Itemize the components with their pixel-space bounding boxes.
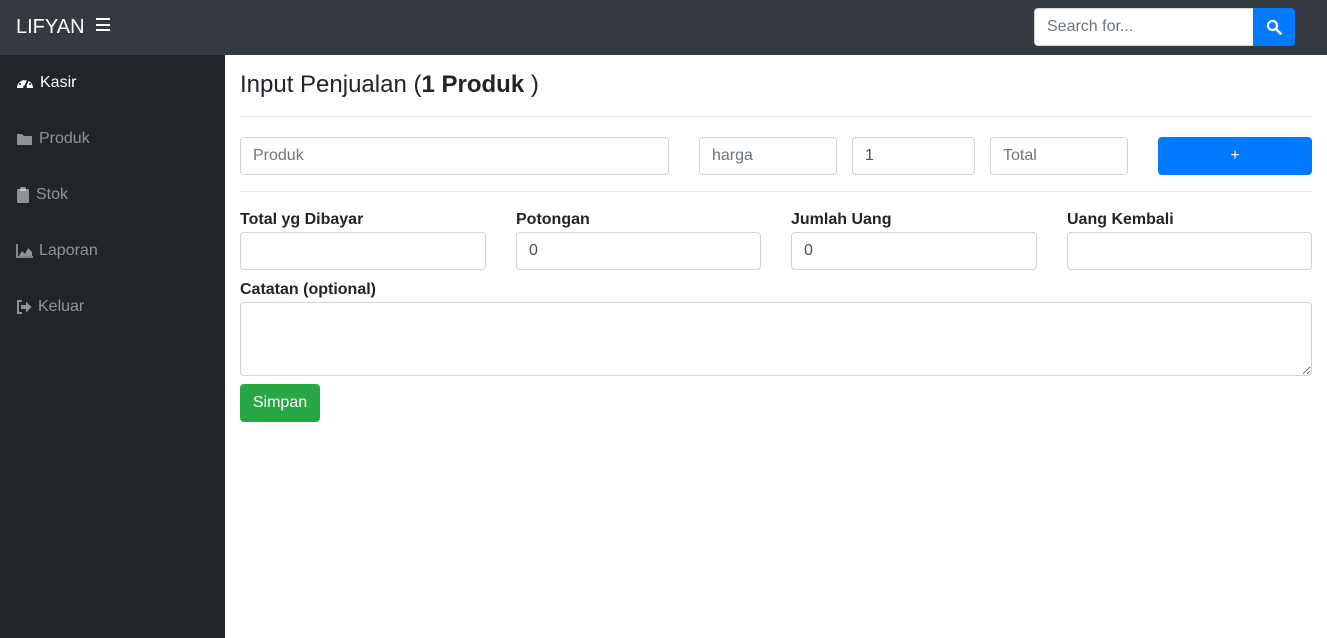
- discount-label: Potongan: [516, 211, 590, 228]
- sidebar-item-kasir[interactable]: Kasir: [16, 71, 76, 95]
- quantity-input[interactable]: [852, 137, 975, 175]
- price-input[interactable]: [699, 137, 837, 175]
- area-chart-icon: [16, 244, 33, 258]
- menu-toggle-icon[interactable]: [96, 18, 110, 36]
- total-paid-field[interactable]: [240, 232, 486, 270]
- brand-logo[interactable]: LIFYAN: [16, 15, 85, 39]
- sign-out-icon: [17, 300, 32, 314]
- notes-textarea[interactable]: [240, 302, 1312, 376]
- divider: [240, 116, 1312, 117]
- product-count: 1 Produk: [421, 71, 525, 98]
- search-input[interactable]: [1034, 8, 1254, 46]
- cash-amount-field[interactable]: [791, 232, 1037, 270]
- sidebar-item-label: Produk: [39, 130, 90, 147]
- sidebar-item-label: Stok: [36, 186, 69, 203]
- clipboard-icon: [17, 187, 29, 203]
- folder-icon: [17, 134, 32, 145]
- divider: [240, 191, 1312, 192]
- sidebar-item-laporan[interactable]: Laporan: [16, 239, 98, 263]
- sidebar: Kasir Produk Stok Laporan Keluar: [0, 55, 225, 638]
- product-input[interactable]: [240, 137, 669, 175]
- tachometer-icon: [17, 78, 33, 89]
- sidebar-item-label: Kasir: [40, 74, 77, 91]
- add-product-button[interactable]: +: [1158, 137, 1312, 175]
- sidebar-item-keluar[interactable]: Keluar: [16, 295, 84, 319]
- sidebar-item-label: Laporan: [39, 242, 98, 259]
- save-button[interactable]: Simpan: [240, 384, 320, 422]
- search-icon: [1266, 19, 1282, 35]
- sidebar-item-stok[interactable]: Stok: [16, 183, 68, 207]
- change-label: Uang Kembali: [1067, 211, 1174, 228]
- sidebar-item-label: Keluar: [38, 298, 85, 315]
- change-field[interactable]: [1067, 232, 1312, 270]
- total-input[interactable]: [990, 137, 1128, 175]
- sidebar-item-produk[interactable]: Produk: [16, 127, 90, 151]
- cash-amount-label: Jumlah Uang: [791, 211, 892, 228]
- page-title: Input Penjualan (1 Produk ): [240, 71, 539, 98]
- total-paid-label: Total yg Dibayar: [240, 211, 364, 228]
- search-button[interactable]: [1253, 8, 1295, 46]
- discount-field[interactable]: [516, 232, 761, 270]
- top-navbar: LIFYAN: [0, 0, 1327, 55]
- notes-label: Catatan (optional): [240, 281, 376, 298]
